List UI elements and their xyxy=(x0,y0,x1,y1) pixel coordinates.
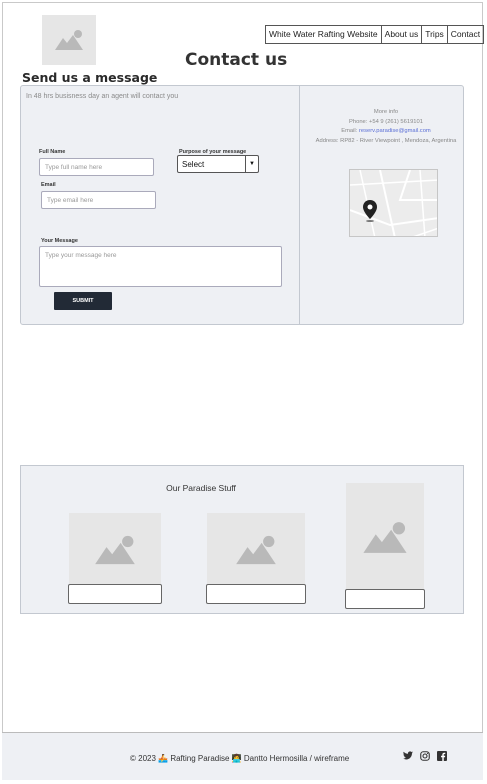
stuff-card-2-image[interactable] xyxy=(207,513,305,586)
stuff-card-2-caption[interactable] xyxy=(206,584,306,604)
email-input[interactable]: Type email here xyxy=(41,191,156,209)
map-pin-icon xyxy=(363,200,377,222)
info-address: Address: RP82 - River Viewpoint , Mendoz… xyxy=(315,137,457,144)
facebook-icon[interactable] xyxy=(436,750,447,761)
chevron-down-icon[interactable]: ▼ xyxy=(245,156,258,172)
purpose-select[interactable]: Select ▼ xyxy=(177,155,259,173)
stuff-panel: Our Paradise Stuff xyxy=(20,465,464,614)
panel-divider xyxy=(299,86,300,324)
nav-link-about[interactable]: About us xyxy=(380,26,422,43)
main-nav: White Water Rafting Website About us Tri… xyxy=(265,25,485,44)
contact-form-panel: In 48 hrs busisness day an agent will co… xyxy=(20,85,464,325)
stuff-title: Our Paradise Stuff xyxy=(166,483,236,493)
stuff-card-1-caption[interactable] xyxy=(68,584,162,604)
page-title: Contact us xyxy=(185,50,288,70)
twitter-icon[interactable] xyxy=(402,750,413,761)
image-placeholder-icon xyxy=(236,535,276,564)
info-email-row: Email: reserv.paradise@gmail.com xyxy=(311,127,461,137)
email-label: Email xyxy=(41,182,56,188)
section-title: Send us a message xyxy=(22,70,158,85)
stuff-card-3-image[interactable] xyxy=(346,483,424,591)
contact-intro-text: In 48 hrs busisness day an agent will co… xyxy=(26,93,179,100)
stuff-card-3-caption[interactable] xyxy=(345,589,425,609)
full-name-input[interactable]: Type full name here xyxy=(39,158,154,176)
footer: © 2023 🚣 Rafting Paradise 👩‍💻 Dantto Her… xyxy=(2,732,483,780)
image-placeholder-icon xyxy=(95,535,135,564)
image-placeholder-icon xyxy=(363,521,407,553)
nav-link-website[interactable]: White Water Rafting Website xyxy=(266,26,381,43)
full-name-label: Full Name xyxy=(39,149,66,155)
info-phone: Phone: +54 9 (261) 5619101 xyxy=(349,118,423,125)
message-textarea[interactable]: Type your message here xyxy=(39,246,282,287)
nav-link-trips[interactable]: Trips xyxy=(421,26,447,43)
contact-info: More info Phone: +54 9 (261) 5619101 Ema… xyxy=(311,108,461,146)
purpose-select-value: Select xyxy=(182,159,205,169)
submit-button[interactable]: SUBMIT xyxy=(54,292,112,310)
instagram-icon[interactable] xyxy=(419,750,430,761)
image-placeholder-icon xyxy=(55,30,83,50)
logo-image-placeholder[interactable] xyxy=(42,15,96,65)
nav-link-contact[interactable]: Contact xyxy=(446,26,483,43)
info-email-link[interactable]: reserv.paradise@gmail.com xyxy=(359,128,431,134)
location-map[interactable] xyxy=(349,169,438,237)
stuff-card-1-image[interactable] xyxy=(69,513,161,586)
footer-copyright: © 2023 🚣 Rafting Paradise 👩‍💻 Dantto Her… xyxy=(130,754,350,763)
info-email-prefix: Email: xyxy=(341,128,359,134)
message-label: Your Message xyxy=(41,238,78,244)
info-heading: More info xyxy=(373,109,399,115)
